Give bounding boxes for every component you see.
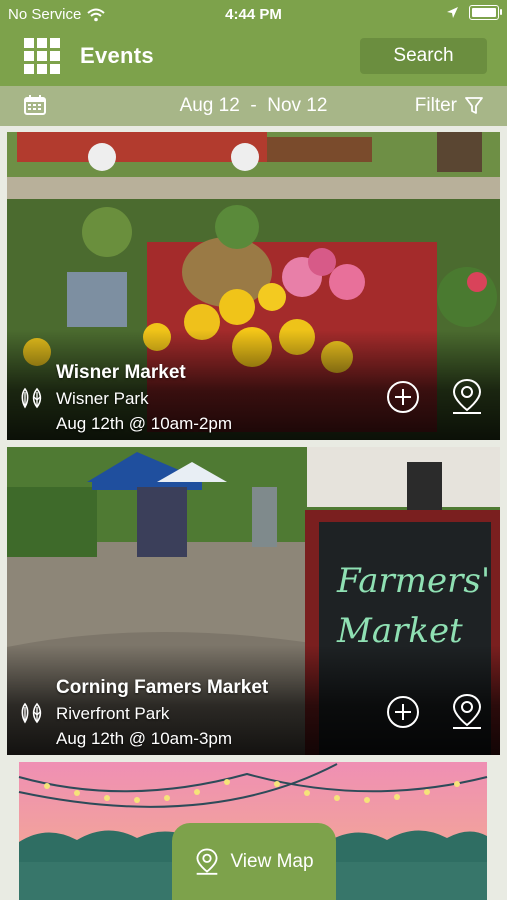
map-pin-icon (196, 848, 218, 875)
event-name: Wisner Market (56, 362, 186, 383)
app-header: Events Search (0, 30, 507, 86)
date-range-bar: Aug 12 - Nov 12 Filter (0, 86, 507, 126)
event-venue: Riverfront Park (56, 704, 170, 723)
event-card[interactable]: Farmers' Market Corning Famers Market Ri… (7, 447, 500, 755)
filter-button[interactable]: Filter (415, 95, 483, 117)
event-card[interactable]: Wisner Market Wisner Park Aug 12th @ 10a… (7, 132, 500, 440)
status-bar: No Service 4:44 PM (0, 0, 507, 30)
page-title: Events (80, 43, 154, 68)
event-name: Corning Famers Market (56, 677, 269, 698)
filter-label: Filter (414, 95, 457, 116)
view-map-label: View Map (230, 850, 314, 872)
grid-menu-icon[interactable] (24, 38, 60, 74)
event-time: Aug 12th @ 10am-3pm (56, 729, 233, 748)
battery-icon (469, 5, 502, 20)
market-category-icon (21, 702, 42, 724)
svg-text:Farmers': Farmers' (336, 561, 490, 601)
location-arrow-icon (447, 7, 458, 18)
event-venue: Wisner Park (56, 389, 149, 408)
event-time: Aug 12th @ 10am-2pm (56, 414, 233, 433)
filter-icon (465, 97, 483, 114)
view-map-button[interactable]: View Map (172, 823, 336, 900)
status-time: 4:44 PM (225, 6, 282, 23)
search-button[interactable]: Search (360, 38, 487, 74)
map-pin-icon[interactable] (450, 693, 484, 731)
add-circle-icon[interactable] (386, 380, 420, 414)
map-pin-icon[interactable] (450, 378, 484, 416)
add-circle-icon[interactable] (386, 695, 420, 729)
market-category-icon (21, 387, 42, 409)
